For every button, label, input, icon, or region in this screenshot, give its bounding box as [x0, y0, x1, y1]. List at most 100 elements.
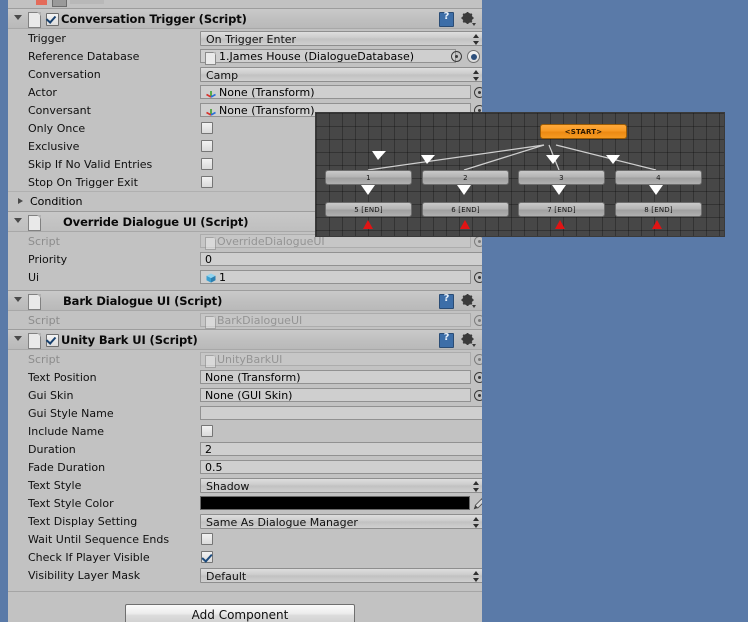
text-style-popup[interactable]: Shadow [200, 478, 482, 493]
check-if-player-visible-checkbox[interactable] [201, 551, 213, 563]
bark-script-field: BarkDialogueUI [200, 313, 471, 329]
property-label: Stop On Trigger Exit [28, 176, 138, 189]
graph-node-5-end[interactable]: 5 [END] [325, 202, 412, 217]
graph-node-3[interactable]: 3 [518, 170, 605, 185]
gear-icon[interactable] [461, 294, 476, 308]
inspector-panel: Conversation Trigger (Script) Trigger On… [8, 0, 482, 622]
reference-database-object-field[interactable]: 1.James House (DialogueDatabase) [200, 49, 456, 65]
property-row-text-style-color: Text Style Color [8, 494, 482, 512]
graph-node-start[interactable]: <START> [540, 124, 627, 139]
component-title: Override Dialogue UI (Script) [63, 215, 249, 229]
property-row-duration: Duration 2 [8, 440, 482, 458]
gui-style-name-input[interactable] [200, 406, 482, 420]
text-position-value: None (Transform) [205, 371, 301, 384]
property-label: Include Name [28, 425, 104, 438]
component-header-bark-dialogue-ui[interactable]: Bark Dialogue UI (Script) [8, 290, 482, 311]
graph-node-1[interactable]: 1 [325, 170, 412, 185]
graph-node-2[interactable]: 2 [422, 170, 509, 185]
end-marker-icon [555, 220, 565, 229]
graph-node-6-end[interactable]: 6 [END] [422, 202, 509, 217]
component-header-conversation-trigger[interactable]: Conversation Trigger (Script) [8, 8, 482, 29]
text-position-object-field[interactable]: None (Transform) [200, 370, 471, 384]
foldout-arrow-icon[interactable] [14, 336, 22, 341]
property-label: Text Style Color [28, 497, 114, 510]
graph-node-7-end[interactable]: 7 [END] [518, 202, 605, 217]
property-row-include-name: Include Name [8, 422, 482, 440]
document-icon [205, 354, 216, 368]
use-database-radio[interactable] [467, 50, 480, 63]
document-icon [205, 51, 216, 65]
property-label: Ui [28, 271, 40, 284]
bark-script-value: BarkDialogueUI [217, 314, 303, 327]
partial-label [70, 0, 104, 4]
object-picker-icon[interactable] [474, 390, 482, 401]
priority-input[interactable]: 0 [200, 252, 482, 266]
popup-arrows-icon [473, 517, 480, 528]
document-icon [205, 315, 216, 329]
object-picker-icon[interactable] [474, 272, 482, 283]
partial-icon-a [36, 0, 47, 5]
component-enabled-checkbox[interactable] [46, 334, 59, 347]
object-picker-icon [474, 236, 482, 247]
visibility-layer-mask-popup[interactable]: Default [200, 568, 482, 583]
graph-node-8-end[interactable]: 8 [END] [615, 202, 702, 217]
popup-arrows-icon [473, 571, 480, 582]
text-style-popup-value: Shadow [206, 480, 250, 493]
actor-object-field[interactable]: None (Transform) [200, 85, 471, 99]
help-icon[interactable] [439, 332, 454, 348]
component-enabled-checkbox[interactable] [46, 13, 59, 26]
unity-bark-script-field: UnityBarkUI [200, 352, 471, 368]
object-picker-icon[interactable] [474, 372, 482, 383]
duration-input[interactable]: 2 [200, 442, 482, 456]
property-label: Conversation [28, 68, 101, 81]
add-component-button[interactable]: Add Component [125, 604, 355, 622]
include-name-checkbox[interactable] [201, 425, 213, 437]
text-style-color-swatch[interactable] [200, 496, 470, 510]
gui-skin-object-field[interactable]: None (GUI Skin) [200, 388, 471, 402]
eyedropper-icon[interactable] [473, 495, 482, 511]
property-row-ui: Ui 1 [8, 268, 482, 286]
foldout-arrow-icon[interactable] [14, 218, 22, 223]
component-header-unity-bark-ui[interactable]: Unity Bark UI (Script) [8, 329, 482, 350]
conversation-popup-value: Camp [206, 69, 239, 82]
text-display-setting-popup[interactable]: Same As Dialogue Manager [200, 514, 482, 529]
component-title: Conversation Trigger (Script) [61, 12, 247, 26]
graph-node-4[interactable]: 4 [615, 170, 702, 185]
foldout-arrow-icon[interactable] [14, 297, 22, 302]
dialogue-graph-overlay[interactable]: <START> 1 2 3 4 5 [END] 6 [END] 7 [END] … [316, 113, 724, 236]
help-icon[interactable] [439, 293, 454, 309]
property-row-trigger: Trigger On Trigger Enter [8, 29, 482, 47]
actor-value: None (Transform) [219, 86, 315, 99]
conversant-value: None (Transform) [219, 104, 315, 117]
object-picker-icon[interactable] [474, 87, 482, 98]
only-once-checkbox[interactable] [201, 122, 213, 134]
gear-icon[interactable] [461, 12, 476, 26]
script-file-icon [28, 294, 41, 310]
transform-axis-icon [205, 105, 217, 117]
property-row-actor: Actor None (Transform) [8, 83, 482, 101]
fade-duration-input[interactable]: 0.5 [200, 460, 482, 474]
property-label: Duration [28, 443, 76, 456]
conversation-popup[interactable]: Camp [200, 67, 482, 82]
property-label: Reference Database [28, 50, 140, 63]
property-row-text-style: Text Style Shadow [8, 476, 482, 494]
ui-object-field[interactable]: 1 [200, 270, 471, 284]
bottom-spacer [8, 584, 482, 591]
component-title: Unity Bark UI (Script) [61, 333, 198, 347]
skip-if-no-valid-entries-checkbox[interactable] [201, 158, 213, 170]
gear-icon[interactable] [461, 333, 476, 347]
exclusive-checkbox[interactable] [201, 140, 213, 152]
condition-foldout-icon[interactable] [18, 198, 23, 204]
foldout-arrow-icon[interactable] [14, 15, 22, 20]
property-label: Wait Until Sequence Ends [28, 533, 170, 546]
wait-until-sequence-ends-checkbox[interactable] [201, 533, 213, 545]
help-icon[interactable] [439, 11, 454, 27]
property-label: Script [28, 314, 60, 327]
trigger-popup[interactable]: On Trigger Enter [200, 31, 482, 46]
end-marker-icon [652, 220, 662, 229]
object-picker-icon[interactable] [451, 51, 462, 62]
property-label: Skip If No Valid Entries [28, 158, 153, 171]
property-label: Gui Style Name [28, 407, 114, 420]
stop-on-trigger-exit-checkbox[interactable] [201, 176, 213, 188]
visibility-layer-mask-value: Default [206, 570, 247, 583]
